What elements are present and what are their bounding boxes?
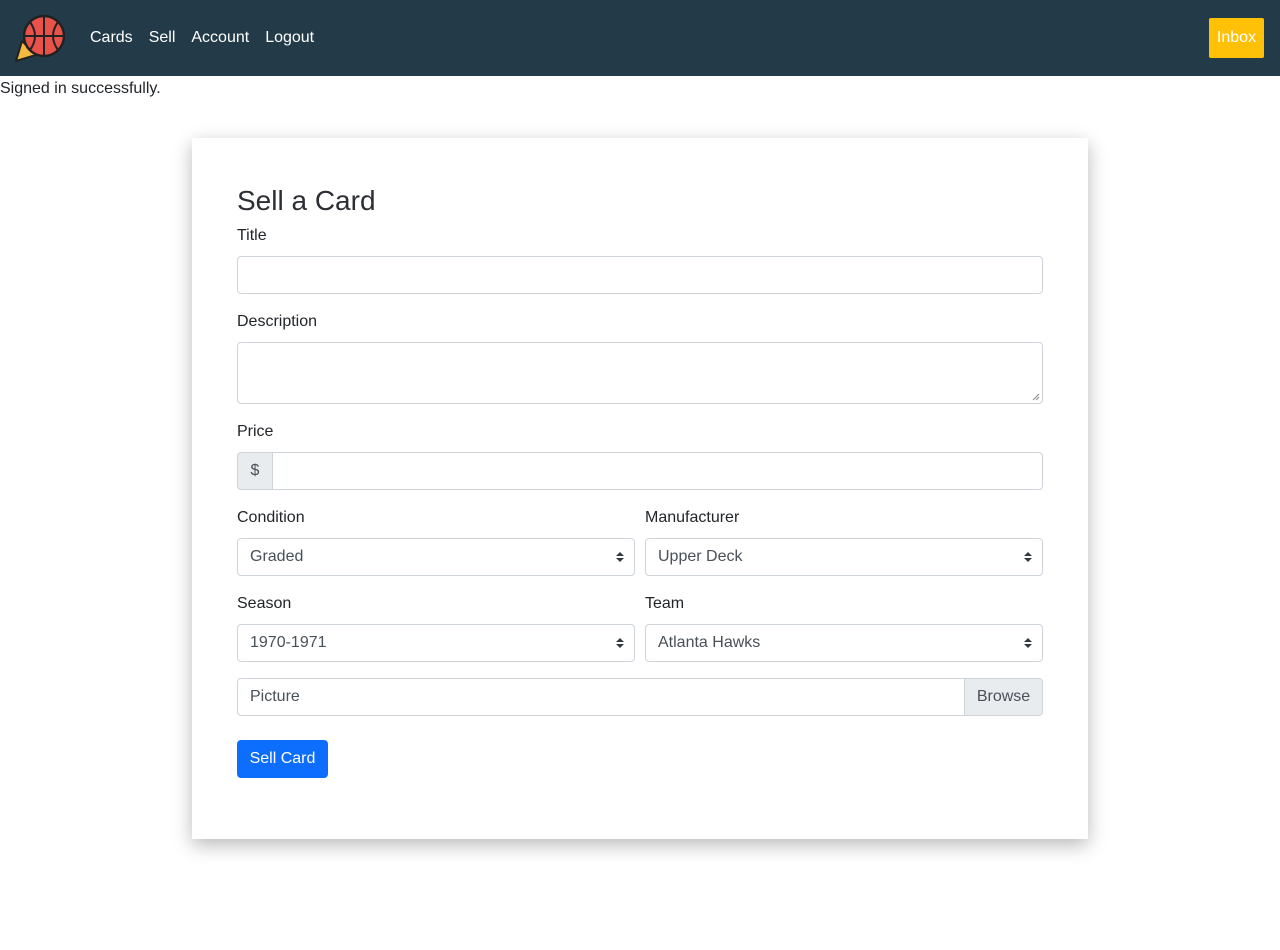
picture-file-input[interactable]: Picture Browse [237, 678, 1043, 716]
nav-links: Cards Sell Account Logout [90, 28, 314, 48]
basketball-logo-icon[interactable] [14, 11, 68, 65]
description-label: Description [237, 313, 318, 330]
price-input[interactable] [272, 452, 1043, 490]
team-selected-value: Atlanta Hawks [658, 634, 761, 651]
condition-selected-value: Graded [250, 548, 304, 565]
inbox-button[interactable]: Inbox [1209, 18, 1264, 58]
condition-select[interactable]: Graded [237, 538, 635, 576]
price-currency-addon: $ [237, 452, 273, 490]
nav-link-account[interactable]: Account [191, 28, 249, 48]
nav-link-sell[interactable]: Sell [149, 28, 176, 48]
title-label: Title [237, 227, 267, 244]
nav-link-cards[interactable]: Cards [90, 28, 133, 48]
price-label: Price [237, 423, 274, 440]
sell-card-button[interactable]: Sell Card [237, 740, 328, 778]
title-input[interactable] [237, 256, 1043, 294]
select-arrows-icon [616, 552, 624, 562]
navbar: Cards Sell Account Logout Inbox [0, 0, 1280, 76]
manufacturer-select[interactable]: Upper Deck [645, 538, 1043, 576]
season-select[interactable]: 1970-1971 [237, 624, 635, 662]
flash-message: Signed in successfully. [0, 80, 161, 97]
season-selected-value: 1970-1971 [250, 634, 327, 651]
resize-grip-icon[interactable] [1032, 393, 1040, 401]
select-arrows-icon [616, 638, 624, 648]
form-heading: Sell a Card [237, 185, 376, 216]
condition-label: Condition [237, 509, 305, 526]
manufacturer-selected-value: Upper Deck [658, 548, 743, 565]
nav-link-logout[interactable]: Logout [265, 28, 314, 48]
team-label: Team [645, 595, 685, 612]
browse-button[interactable]: Browse [964, 679, 1042, 715]
select-arrows-icon [1024, 552, 1032, 562]
team-select[interactable]: Atlanta Hawks [645, 624, 1043, 662]
picture-file-label: Picture [250, 688, 300, 705]
season-label: Season [237, 595, 292, 612]
description-textarea[interactable] [237, 342, 1043, 404]
manufacturer-label: Manufacturer [645, 509, 740, 526]
sell-card-form: Sell a Card Title Description Price $ Co… [192, 138, 1088, 839]
select-arrows-icon [1024, 638, 1032, 648]
